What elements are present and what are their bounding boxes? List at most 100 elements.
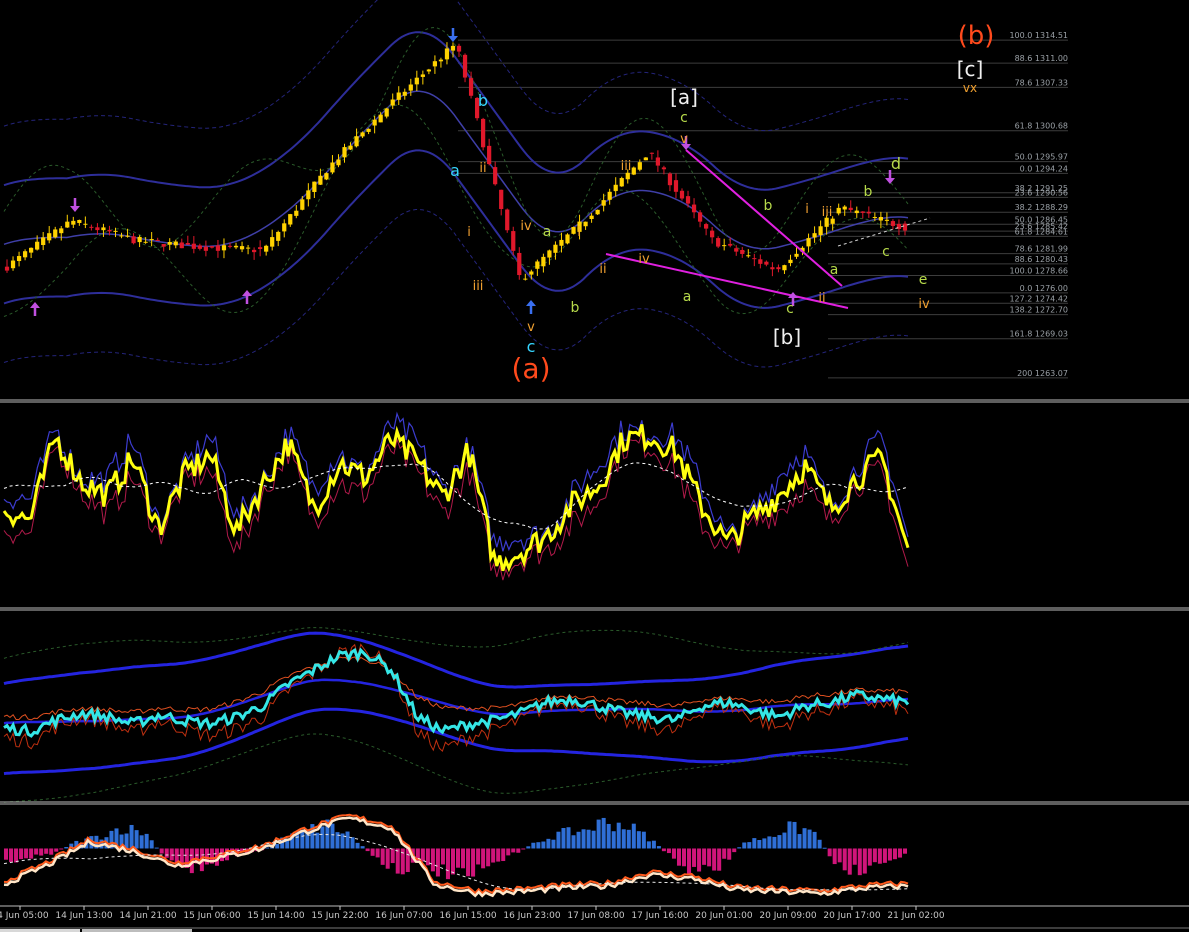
fib-level-label: 0.0 1294.24: [1020, 164, 1068, 173]
candle-body: [282, 223, 287, 232]
candle-body: [179, 242, 184, 249]
fib-level-label: 100.0 1278.66: [1009, 266, 1068, 275]
histogram-bar: [566, 827, 571, 849]
candle-body: [402, 91, 407, 96]
candle-body: [535, 261, 540, 269]
candle-body: [716, 238, 721, 247]
wave-label: e: [919, 272, 928, 288]
candle-body: [722, 245, 727, 247]
histogram-bar: [877, 848, 882, 864]
candle-body: [426, 69, 431, 72]
candle-body: [233, 245, 239, 248]
histogram-bar: [521, 848, 526, 850]
candle-body: [342, 147, 347, 158]
candle-body: [330, 162, 335, 173]
histogram-bar: [44, 848, 49, 854]
time-tick-label: 20 Jun 01:00: [695, 911, 752, 921]
histogram-bar: [897, 848, 902, 858]
candle-body: [101, 227, 106, 231]
time-tick-label: 15 Jun 22:00: [311, 911, 368, 921]
candle-body: [173, 241, 178, 246]
candle-body: [541, 256, 546, 267]
histogram-bar: [692, 848, 697, 867]
candle-body: [245, 247, 251, 249]
histogram-bar: [732, 848, 737, 853]
histogram-bar: [481, 848, 486, 869]
candle-body: [655, 157, 661, 166]
histogram-bar: [335, 832, 340, 849]
histogram-bar: [661, 848, 666, 852]
chart-root: 100.0 1314.51 88.6 1311.00 78.6 1307.33 61.…: [0, 0, 1189, 932]
candle-body: [902, 223, 908, 231]
histogram-bar: [456, 848, 461, 868]
histogram-bar: [531, 842, 536, 849]
histogram-bar: [516, 848, 521, 853]
fib-level-label: 161.8 1269.03: [1009, 330, 1068, 339]
wave-label: ii: [479, 161, 486, 176]
histogram-bar: [375, 848, 380, 858]
candle-body: [444, 48, 450, 60]
histogram-bar: [435, 848, 440, 877]
wave-label: i: [467, 225, 471, 240]
candle-body: [854, 210, 859, 214]
candle-body: [294, 210, 299, 216]
candle-body: [161, 244, 166, 247]
histogram-bar: [626, 829, 631, 849]
histogram-bar: [471, 848, 476, 877]
histogram-bar: [345, 831, 350, 849]
candle-body: [493, 167, 498, 185]
histogram-bar: [355, 842, 360, 849]
time-tick-label: 21 Jun 02:00: [887, 911, 944, 921]
histogram-bar: [792, 821, 797, 849]
candle-body: [197, 245, 202, 249]
candle-body: [890, 221, 896, 226]
candle-body: [384, 108, 389, 117]
histogram-bar: [596, 819, 601, 849]
candle-body: [607, 191, 612, 200]
histogram-bar: [827, 848, 832, 857]
candle-body: [752, 258, 757, 260]
candle-body: [462, 54, 468, 78]
histogram-bar: [139, 835, 144, 849]
candle-body: [637, 162, 642, 170]
histogram-bar: [154, 847, 159, 849]
candle-body: [29, 247, 34, 253]
candle-body: [366, 128, 371, 132]
candle-body: [209, 246, 215, 248]
wave-label: (b): [958, 21, 995, 51]
histogram-bar: [682, 848, 687, 867]
candle-body: [589, 215, 594, 219]
candle-body: [456, 45, 462, 52]
histogram-bar: [169, 848, 174, 861]
candle-body: [595, 209, 600, 215]
candle-body: [878, 217, 883, 221]
histogram-bar: [581, 829, 586, 849]
candle-body: [288, 214, 293, 225]
histogram-bar: [797, 834, 802, 849]
histogram-bar: [395, 848, 400, 874]
candle-body: [372, 119, 377, 126]
histogram-bar: [847, 848, 852, 875]
histogram-bar: [450, 848, 455, 875]
histogram-bar: [857, 848, 862, 876]
candle-body: [143, 241, 148, 243]
wave-label: [c]: [957, 57, 984, 81]
candle-body: [559, 239, 564, 246]
histogram-bar: [697, 848, 702, 872]
histogram-bar: [24, 848, 29, 859]
fib-level-label: 88.6 1311.00: [1015, 54, 1068, 63]
fib-level-label: 61.8 1300.68: [1015, 122, 1068, 131]
candle-body: [65, 221, 70, 228]
candle-body: [22, 251, 28, 258]
wave-label: iv: [520, 219, 532, 234]
candle-body: [487, 145, 492, 165]
histogram-bar: [601, 817, 606, 849]
candle-body: [215, 245, 221, 251]
wave-label: (a): [511, 352, 550, 385]
candle-body: [872, 216, 877, 218]
time-tick-label: 16 Jun 07:00: [375, 911, 432, 921]
candle-body: [505, 209, 510, 231]
histogram-bar: [420, 848, 425, 862]
histogram-bar: [144, 833, 149, 849]
histogram-bar: [330, 823, 335, 849]
